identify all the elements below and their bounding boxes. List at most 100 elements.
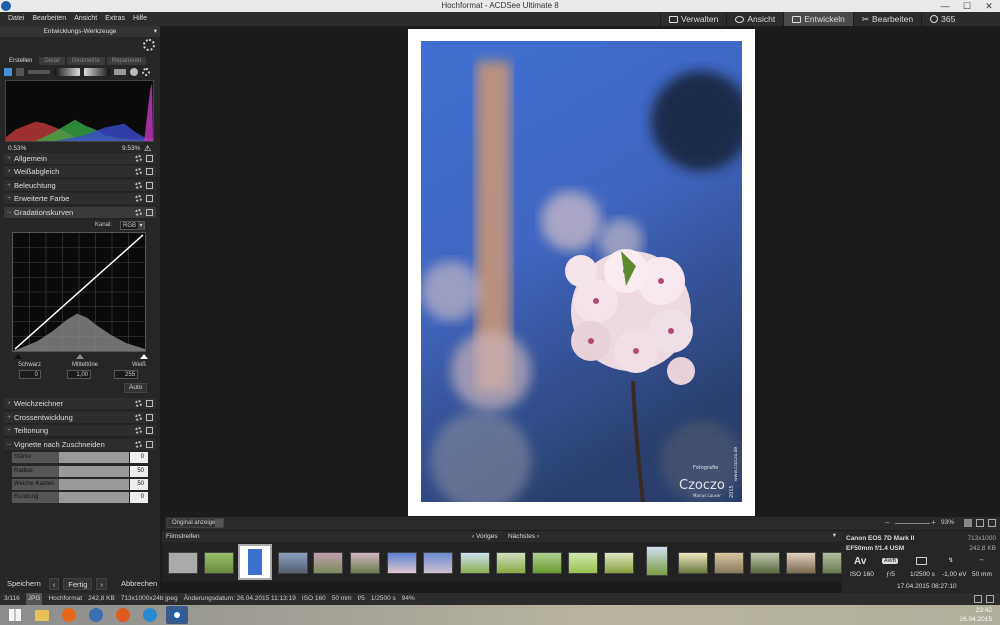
vignette-radius-slider[interactable]: Radius 50 [12,466,148,477]
thumbnail[interactable] [604,552,634,574]
section-weissabgleich[interactable]: + Weißabgleich [4,166,156,178]
section-checkbox[interactable] [146,155,153,162]
menu-hilfe[interactable]: Hilfe [133,12,147,26]
thumbnail[interactable] [496,552,526,574]
next-arrow-icon[interactable]: › [96,578,107,590]
chevron-down-icon[interactable]: ▾ [154,26,157,37]
tab-geometrie[interactable]: Geometrie [66,57,105,65]
next-button[interactable]: Nächstes › [508,531,539,542]
menu-extras[interactable]: Extras [105,12,125,26]
white-input[interactable]: 255 [114,370,138,379]
previous-button[interactable]: ‹ Voriges [472,531,498,542]
zoom-value[interactable]: 93% [941,519,954,526]
thumbnail[interactable] [168,552,198,574]
thumbnail[interactable] [387,552,417,574]
gear-icon[interactable] [135,441,142,448]
vignette-soft-edges-slider[interactable]: Weiche Kanten 50 [12,479,148,490]
acdsee-taskbar-icon[interactable] [166,606,188,624]
thumbnail[interactable] [678,552,708,574]
section-checkbox[interactable] [146,209,153,216]
gear-icon[interactable] [135,400,142,407]
thumbnail[interactable] [822,552,842,574]
section-checkbox[interactable] [146,414,153,421]
auto-button[interactable]: Auto [124,383,148,393]
filmstrip-collapse-icon[interactable]: ▾ [833,530,836,541]
done-button[interactable]: Fertig [63,578,93,590]
black-point-handle[interactable] [14,354,22,359]
file-explorer-icon[interactable] [31,606,53,624]
fit-icon[interactable] [976,519,984,527]
close-button[interactable]: ✕ [978,0,1000,12]
thumbnail[interactable] [568,552,598,574]
save-preset-icon[interactable] [4,68,12,76]
section-gradationskurven[interactable]: – Gradationskurven [4,207,156,219]
menu-bearbeiten[interactable]: Bearbeiten [32,12,66,26]
section-checkbox[interactable] [146,182,153,189]
photo-cherry-blossom[interactable]: Czoczo Fotografie Marius Lauser 2015 www… [421,41,742,502]
section-checkbox[interactable] [146,427,153,434]
menu-datei[interactable]: Datei [8,12,24,26]
menu-ansicht[interactable]: Ansicht [74,12,97,26]
thunderbird-icon[interactable] [85,606,107,624]
channel-select[interactable]: RGB ▾ [120,221,145,230]
section-crossentwicklung[interactable]: + Crossentwicklung [4,412,156,424]
app-blue-icon[interactable] [139,606,161,624]
zoom-out-icon[interactable]: – [885,518,889,527]
mode-ansicht[interactable]: Ansicht [726,12,783,26]
thumbnail[interactable] [423,552,453,574]
mode-bearbeiten[interactable]: ✂ Bearbeiten [852,12,921,26]
zoom-menu-icon[interactable] [964,519,972,527]
minimize-button[interactable]: — [934,0,956,12]
mode-verwalten[interactable]: Verwalten [660,12,726,26]
layout-icon[interactable] [986,595,994,603]
gear-icon[interactable] [135,195,142,202]
window-icon[interactable] [114,69,126,75]
triangle-warning-icon[interactable] [16,68,24,76]
app-orange-icon[interactable] [112,606,134,624]
layout-icon[interactable] [974,595,982,603]
filmstrip[interactable] [162,542,842,582]
gear-icon[interactable] [135,168,142,175]
section-vignette[interactable]: – Vignette nach Zuschneiden [4,439,156,451]
windows-start-icon[interactable] [4,606,26,624]
compare-icon[interactable] [215,519,223,527]
save-button[interactable]: Speichern [3,578,45,590]
black-input[interactable]: 0 [19,370,41,379]
exposure-slider-icon[interactable] [28,70,50,74]
section-erweiterte-farbe[interactable]: + Erweiterte Farbe [4,193,156,205]
thumbnail[interactable] [460,552,490,574]
gear-icon[interactable] [135,414,142,421]
midtone-handle[interactable] [76,354,84,359]
section-checkbox[interactable] [146,168,153,175]
section-checkbox[interactable] [146,195,153,202]
vignette-roundness-slider[interactable]: Rundung 0 [12,492,148,503]
section-teiltonung[interactable]: + Teiltonung [4,425,156,437]
system-clock[interactable]: 23:42 26.04.2015 [959,606,992,624]
tab-erstellen[interactable]: Erstellen [4,57,38,65]
gear-icon[interactable] [135,209,142,216]
thumbnail[interactable] [313,552,343,574]
section-beleuchtung[interactable]: + Beleuchtung [4,180,156,192]
thumbnail-selected[interactable] [238,544,272,580]
slider-value[interactable]: 50 [130,466,148,477]
panel-settings-gear-icon[interactable] [143,39,155,53]
gear-icon[interactable] [135,427,142,434]
thumbnail[interactable] [646,546,668,576]
thumbnail[interactable] [714,552,744,574]
thumbnail[interactable] [786,552,816,574]
slider-value[interactable]: 0 [130,492,148,503]
thumbnail[interactable] [278,552,308,574]
thumbnail[interactable] [204,552,234,574]
thumbnail[interactable] [750,552,780,574]
gear-icon[interactable] [135,155,142,162]
zoom-in-icon[interactable]: + [931,518,936,527]
section-checkbox[interactable] [146,441,153,448]
cancel-button[interactable]: Abbrechen [117,578,161,590]
warning-icon[interactable]: ⚠ [144,144,151,153]
white-point-handle[interactable] [140,354,148,359]
tone-curve-graph[interactable] [12,232,146,352]
mode-entwickeln[interactable]: Entwickeln [783,12,853,26]
slider-value[interactable]: 0 [130,452,148,463]
section-checkbox[interactable] [146,400,153,407]
tab-reparieren[interactable]: Reparieren [106,57,147,65]
